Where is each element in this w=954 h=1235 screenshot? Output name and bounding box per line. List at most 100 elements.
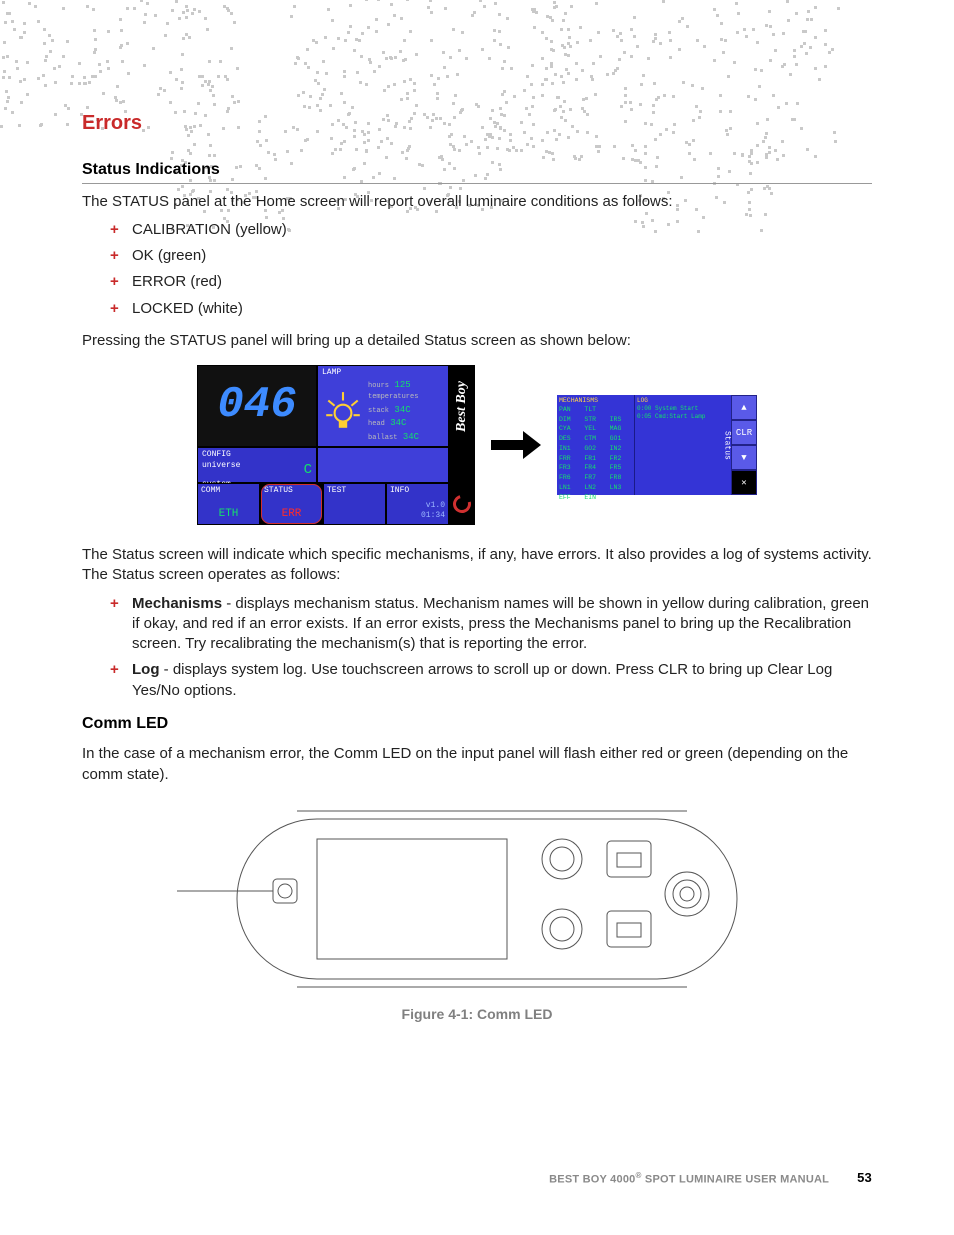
- mech-item: [610, 494, 632, 503]
- mech-item: GO2: [584, 445, 606, 454]
- mid-spacer: [317, 447, 449, 483]
- status-cell[interactable]: STATUS ERR: [260, 483, 323, 525]
- mech-item: FR3: [559, 464, 581, 473]
- lamp-head: 34C: [390, 418, 406, 428]
- figure-caption: Figure 4-1: Comm LED: [82, 1005, 872, 1024]
- mech-item: FR7: [584, 474, 606, 483]
- list-term: Mechanisms: [132, 595, 222, 612]
- mech-item: DIM: [559, 416, 581, 425]
- status-screen-desc: The Status screen will indicate which sp…: [82, 545, 872, 586]
- mech-item: FR6: [559, 474, 581, 483]
- list-desc: - displays mechanism status. Mechanism n…: [132, 595, 869, 653]
- lamp-stack: 34C: [394, 405, 410, 415]
- lamp-icon: [322, 379, 364, 444]
- brand-text: Best Boy: [453, 381, 472, 432]
- comm-led-figure: [82, 799, 872, 999]
- mech-item: IN1: [559, 445, 581, 454]
- list-term: Log: [132, 661, 160, 678]
- scroll-up-button[interactable]: ▲: [731, 395, 757, 420]
- status-screen: MECHANISMS PANTLTDIMSTRIRSCYAYELMAGDESCT…: [557, 395, 757, 495]
- status-list: CALIBRATION (yellow) OK (green) ERROR (r…: [110, 220, 872, 319]
- side-buttons: ▲ CLR ▼ ✕: [731, 395, 757, 495]
- list-desc: - displays system log. Use touchscreen a…: [132, 661, 832, 698]
- mech-item: IRS: [610, 416, 632, 425]
- mech-item: PAN: [559, 406, 581, 415]
- list-item: Mechanisms - displays mechanism status. …: [110, 594, 872, 655]
- lamp-stack-label: stack: [368, 407, 389, 415]
- brand-strip: Best Boy: [449, 365, 475, 447]
- status-label: STATUS: [264, 486, 319, 497]
- lamp-panel: LAMP hours 125 temperatures stack 34C he…: [317, 365, 449, 447]
- lamp-label: LAMP: [322, 368, 341, 379]
- mech-item: GO1: [610, 435, 632, 444]
- brand-strip-mid: [449, 447, 475, 483]
- home-screen: 046 LAMP hours 125 temperatures stack 34…: [197, 365, 475, 525]
- lamp-hours: 125: [394, 380, 410, 390]
- list-item: CALIBRATION (yellow): [110, 220, 872, 240]
- scroll-down-button[interactable]: ▼: [731, 445, 757, 470]
- log-line: 0:05 Cmd:Start Lamp: [637, 413, 719, 421]
- page-content: Errors Status Indications The STATUS pan…: [82, 110, 872, 1024]
- mech-item: LN2: [584, 484, 606, 493]
- mech-item: FRR: [559, 455, 581, 464]
- mech-item: CTM: [584, 435, 606, 444]
- list-item: OK (green): [110, 246, 872, 266]
- close-button[interactable]: ✕: [731, 470, 757, 495]
- mech-item: [610, 406, 632, 415]
- screens-row: 046 LAMP hours 125 temperatures stack 34…: [82, 365, 872, 525]
- mechanisms-column[interactable]: MECHANISMS PANTLTDIMSTRIRSCYAYELMAGDESCT…: [557, 395, 635, 495]
- info-label: INFO: [390, 486, 445, 497]
- mech-item: FR8: [610, 474, 632, 483]
- status-value: ERR: [264, 507, 319, 522]
- comm-cell[interactable]: COMM ETH: [197, 483, 260, 525]
- status-press-text: Pressing the STATUS panel will bring up …: [82, 331, 872, 351]
- clear-button[interactable]: CLR: [731, 420, 757, 445]
- mech-item: FR5: [610, 464, 632, 473]
- log-column[interactable]: LOG 0:00 System Start 0:05 Cmd:Start Lam…: [635, 395, 721, 495]
- universe-value: C: [304, 461, 312, 480]
- mech-item: EFF: [559, 494, 581, 503]
- info-cell[interactable]: INFO v1.001:34: [386, 483, 449, 525]
- mech-item: LN3: [610, 484, 632, 493]
- test-label: TEST: [327, 486, 382, 497]
- comm-led-panel-icon: [177, 799, 777, 999]
- mech-item: STR: [584, 416, 606, 425]
- heading-status-indications: Status Indications: [82, 159, 872, 184]
- heading-errors: Errors: [82, 110, 872, 137]
- lamp-temp-label: temperatures: [368, 393, 419, 402]
- mech-item: YEL: [584, 425, 606, 434]
- lamp-head-label: head: [368, 420, 385, 428]
- logo-cell: [449, 483, 475, 525]
- comm-label: COMM: [201, 486, 256, 497]
- swirl-icon: [450, 492, 475, 517]
- log-header: LOG: [637, 397, 719, 405]
- arrow-icon: [491, 435, 541, 455]
- mech-item: EIN: [584, 494, 606, 503]
- list-item: ERROR (red): [110, 272, 872, 292]
- mech-item: LN1: [559, 484, 581, 493]
- mech-item: TLT: [584, 406, 606, 415]
- operation-list: Mechanisms - displays mechanism status. …: [110, 594, 872, 701]
- mech-item: DES: [559, 435, 581, 444]
- lamp-hours-label: hours: [368, 382, 389, 390]
- dmx-address: 046: [197, 365, 317, 447]
- list-item: LOCKED (white): [110, 299, 872, 319]
- config-panel: CONFIG universeC systema: [197, 447, 317, 483]
- status-intro-text: The STATUS panel at the Home screen will…: [82, 192, 872, 212]
- info-version: v1.0: [426, 501, 445, 510]
- mech-item: MAG: [610, 425, 632, 434]
- comm-led-desc: In the case of a mechanism error, the Co…: [82, 744, 872, 785]
- info-time: 01:34: [421, 511, 445, 520]
- page-footer: BEST BOY 4000® SPOT LUMINAIRE USER MANUA…: [82, 1169, 872, 1187]
- universe-label: universe: [202, 461, 240, 480]
- mech-item: IN2: [610, 445, 632, 454]
- mech-item: FR1: [584, 455, 606, 464]
- heading-comm-led: Comm LED: [82, 713, 872, 737]
- lamp-ballast: 34C: [403, 432, 419, 442]
- list-item: Log - displays system log. Use touchscre…: [110, 660, 872, 701]
- log-line: 0:00 System Start: [637, 405, 719, 413]
- mech-item: FR4: [584, 464, 606, 473]
- test-cell[interactable]: TEST: [323, 483, 386, 525]
- page-number: 53: [857, 1169, 872, 1187]
- status-side-label: Status: [721, 395, 731, 495]
